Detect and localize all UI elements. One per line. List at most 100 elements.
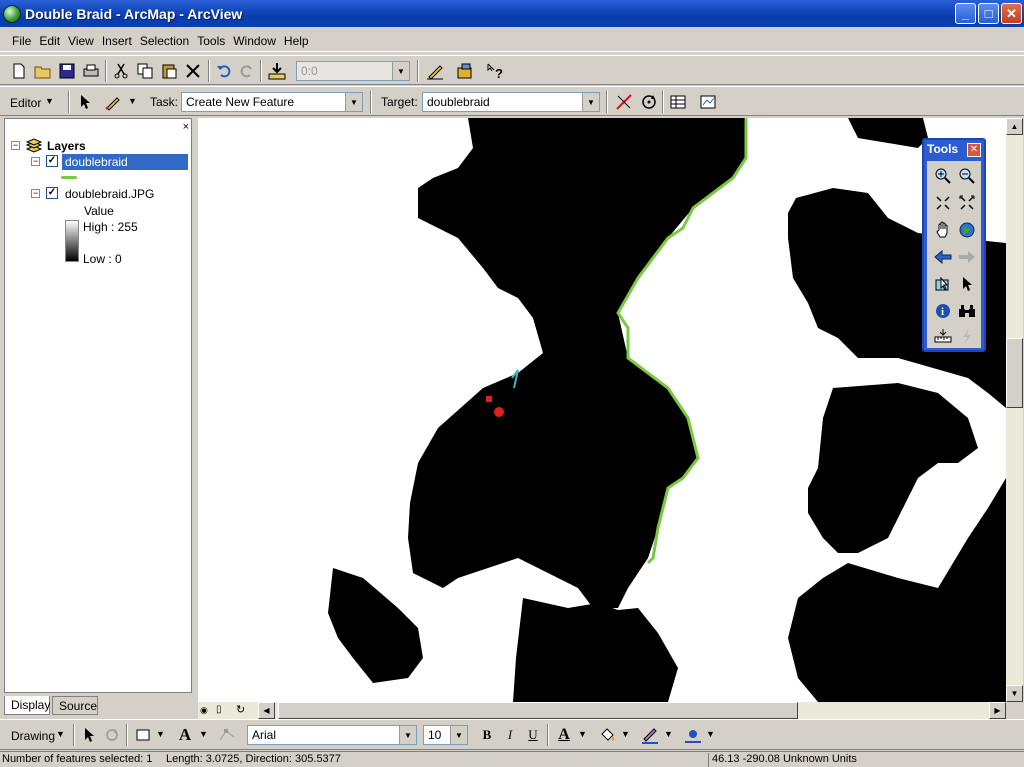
find-binoculars-icon[interactable] — [956, 300, 978, 322]
fill-color-bucket-icon[interactable] — [596, 724, 618, 746]
print-icon[interactable] — [80, 60, 102, 82]
menu-view[interactable]: View — [64, 34, 98, 48]
marker-color-icon[interactable] — [682, 724, 704, 746]
map-scale-dropdown-icon[interactable]: ▼ — [392, 62, 409, 80]
map-vertical-scrollbar[interactable]: ▲ ▼ — [1006, 118, 1023, 702]
horizontal-scroll-thumb[interactable] — [278, 702, 798, 719]
zoom-in-icon[interactable] — [932, 165, 954, 187]
split-tool-icon[interactable] — [613, 91, 635, 113]
add-data-icon[interactable] — [266, 60, 288, 82]
select-elements-arrow-icon[interactable] — [956, 273, 978, 295]
maximize-button[interactable]: □ — [978, 3, 999, 24]
layers-root-label[interactable]: Layers — [47, 139, 86, 153]
editor-toolbar-icon[interactable] — [424, 60, 446, 82]
paste-icon[interactable] — [158, 60, 180, 82]
font-name-combo[interactable]: Arial — [247, 725, 417, 745]
font-color-dropdown-icon[interactable]: ▼ — [578, 729, 587, 739]
doublebraid-jpg-collapse-icon[interactable]: − — [31, 189, 40, 198]
doublebraid-collapse-icon[interactable]: − — [31, 157, 40, 166]
copy-icon[interactable] — [134, 60, 156, 82]
zoom-out-icon[interactable] — [956, 165, 978, 187]
fixed-zoom-out-icon[interactable] — [956, 192, 978, 214]
task-combo[interactable]: Create New Feature — [181, 92, 363, 112]
scroll-up-arrow-icon[interactable]: ▲ — [1006, 118, 1023, 135]
menu-selection[interactable]: Selection — [136, 34, 193, 48]
task-dropdown-icon[interactable]: ▼ — [345, 93, 362, 111]
rectangle-shape-icon[interactable] — [132, 724, 154, 746]
marker-color-dropdown-icon[interactable]: ▼ — [706, 729, 715, 739]
arctoolbox-icon[interactable] — [454, 60, 476, 82]
back-extent-arrow-icon[interactable] — [932, 246, 954, 268]
open-folder-icon[interactable] — [32, 60, 54, 82]
menu-help[interactable]: Help — [280, 34, 313, 48]
scroll-left-arrow-icon[interactable]: ◀ — [258, 702, 275, 719]
close-button[interactable]: ✕ — [1001, 3, 1022, 24]
italic-button[interactable]: I — [499, 724, 521, 746]
menu-window[interactable]: Window — [229, 34, 280, 48]
scroll-right-arrow-icon[interactable]: ▶ — [989, 702, 1006, 719]
font-size-dropdown-icon[interactable]: ▼ — [450, 726, 467, 744]
rotate-tool-icon[interactable] — [638, 91, 660, 113]
whats-this-help-icon[interactable]: ? — [484, 60, 506, 82]
font-color-icon[interactable]: A — [553, 724, 575, 746]
attributes-icon[interactable] — [667, 91, 689, 113]
fixed-zoom-in-icon[interactable] — [932, 192, 954, 214]
hyperlink-bolt-icon[interactable] — [956, 325, 978, 347]
target-dropdown-icon[interactable]: ▼ — [582, 93, 599, 111]
underline-button[interactable]: U — [522, 724, 544, 746]
map-display[interactable] — [198, 118, 1006, 702]
toc-close-icon[interactable]: × — [183, 121, 189, 133]
layer-doublebraid[interactable]: doublebraid — [62, 154, 188, 170]
fill-color-dropdown-icon[interactable]: ▼ — [621, 729, 630, 739]
rotate-element-icon[interactable] — [101, 724, 123, 746]
edit-tool-arrow-icon[interactable] — [74, 91, 96, 113]
doublebraid-jpg-visibility-checkbox[interactable]: ✓ — [46, 187, 58, 199]
sketch-properties-icon[interactable] — [697, 91, 719, 113]
tab-display[interactable]: Display — [4, 696, 50, 715]
refresh-view-icon[interactable]: ↻ — [236, 703, 245, 716]
menu-file[interactable]: File — [8, 34, 35, 48]
scroll-down-arrow-icon[interactable]: ▼ — [1006, 685, 1023, 702]
menu-insert[interactable]: Insert — [98, 34, 136, 48]
line-symbol-swatch[interactable] — [61, 176, 77, 179]
target-combo[interactable]: doublebraid — [422, 92, 600, 112]
minimize-button[interactable]: _ — [955, 3, 976, 24]
text-tool-dropdown-icon[interactable]: ▼ — [199, 729, 208, 739]
drawing-menu[interactable]: Drawing — [11, 729, 55, 743]
measure-icon[interactable] — [932, 325, 954, 347]
drawing-dropdown-icon[interactable]: ▼ — [56, 729, 65, 739]
font-name-dropdown-icon[interactable]: ▼ — [399, 726, 416, 744]
save-icon[interactable] — [56, 60, 78, 82]
menu-edit[interactable]: Edit — [35, 34, 64, 48]
map-horizontal-scrollbar[interactable]: ◉ ▯ ↻ ◀ ▶ — [198, 702, 1006, 719]
editor-dropdown-icon[interactable]: ▼ — [45, 96, 54, 106]
data-view-globe-icon[interactable]: ◉ — [200, 705, 208, 716]
doublebraid-visibility-checkbox[interactable]: ✓ — [46, 155, 58, 167]
select-features-icon[interactable] — [932, 273, 954, 295]
full-extent-globe-icon[interactable] — [956, 219, 978, 241]
tab-source[interactable]: Source — [52, 696, 98, 715]
redo-icon[interactable] — [236, 60, 258, 82]
layout-view-page-icon[interactable]: ▯ — [216, 704, 222, 715]
shape-dropdown-icon[interactable]: ▼ — [156, 729, 165, 739]
undo-icon[interactable] — [213, 60, 235, 82]
vertical-scroll-thumb[interactable] — [1006, 338, 1023, 408]
select-elements-icon[interactable] — [78, 724, 100, 746]
sketch-tool-pencil-icon[interactable] — [102, 91, 124, 113]
text-tool-icon[interactable]: A — [174, 724, 196, 746]
forward-extent-arrow-icon[interactable] — [956, 246, 978, 268]
new-document-icon[interactable] — [8, 60, 30, 82]
edit-vertices-icon[interactable] — [216, 724, 238, 746]
bold-button[interactable]: B — [476, 724, 498, 746]
sketch-tool-dropdown-icon[interactable]: ▼ — [128, 96, 137, 106]
line-color-dropdown-icon[interactable]: ▼ — [664, 729, 673, 739]
menu-tools[interactable]: Tools — [193, 34, 229, 48]
layers-collapse-icon[interactable]: − — [11, 141, 20, 150]
cut-icon[interactable] — [110, 60, 132, 82]
pan-hand-icon[interactable] — [932, 219, 954, 241]
delete-icon[interactable] — [182, 60, 204, 82]
identify-icon[interactable]: i — [932, 300, 954, 322]
line-color-pen-icon[interactable] — [639, 724, 661, 746]
tools-close-icon[interactable]: ✕ — [967, 143, 981, 157]
layer-doublebraid-jpg[interactable]: doublebraid.JPG — [65, 187, 154, 201]
